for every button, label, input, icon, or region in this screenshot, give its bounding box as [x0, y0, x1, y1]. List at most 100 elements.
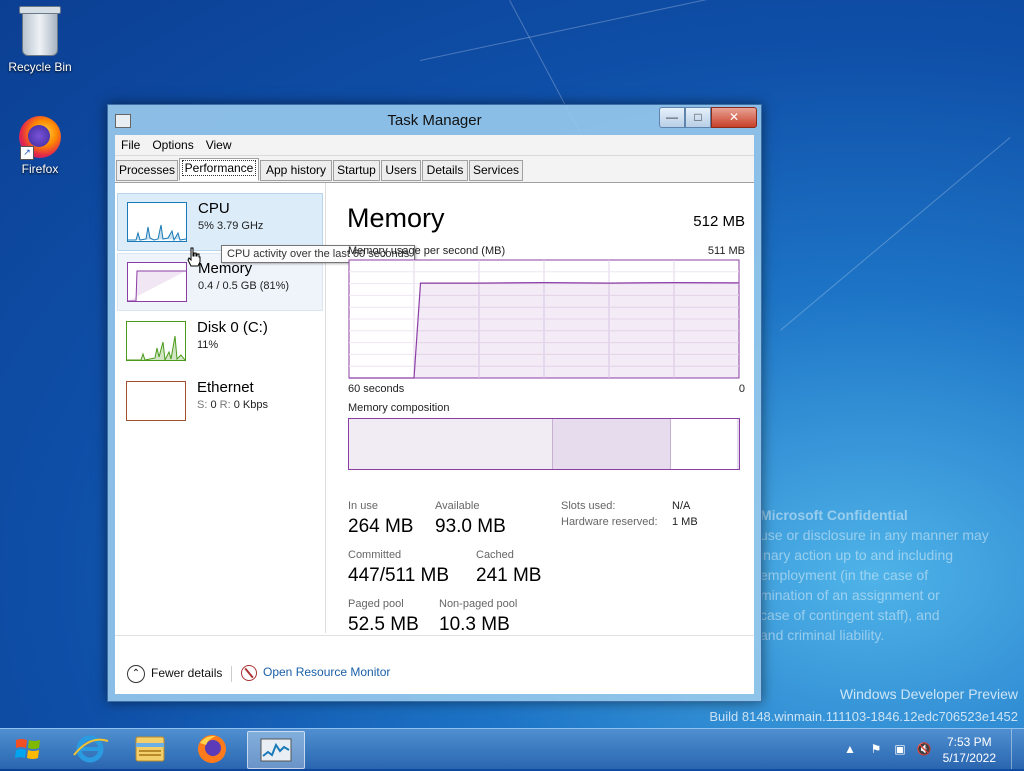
- menu-file[interactable]: File: [115, 135, 146, 152]
- task-manager-icon: [260, 738, 292, 762]
- available-label: Available: [435, 500, 480, 512]
- task-manager-window: Task Manager — □ ✕ File Options View Proce…: [107, 104, 762, 702]
- start-button[interactable]: [0, 729, 60, 769]
- menu-view[interactable]: View: [200, 135, 238, 152]
- disk-thumbnail-graph: [126, 321, 186, 361]
- footer-divider: [231, 666, 232, 682]
- action-center-flag-icon[interactable]: ⚑: [868, 741, 884, 757]
- watermark-line: inary action up to and including: [760, 547, 954, 563]
- ethernet-thumbnail-graph: [126, 381, 186, 421]
- desktop-icon-firefox[interactable]: Firefox: [0, 116, 80, 176]
- memory-usage-chart: [348, 259, 740, 379]
- system-clock[interactable]: 7:53 PM 5/17/2022: [943, 734, 996, 766]
- wallpaper-streak: [780, 137, 1011, 331]
- tab-app-history[interactable]: App history: [260, 160, 332, 181]
- page-title: Memory: [347, 203, 445, 233]
- resource-disk[interactable]: Disk 0 (C:) 11%: [117, 313, 321, 369]
- resource-detail: 11%: [197, 339, 219, 351]
- open-resource-monitor-link[interactable]: Open Resource Monitor: [241, 665, 390, 681]
- window-client: File Options View Processes Performance Ap…: [115, 135, 754, 694]
- taskbar-firefox[interactable]: [184, 731, 240, 767]
- watermark-line: employment (in the case of: [760, 567, 929, 583]
- committed-value: 447/511 MB: [348, 565, 450, 586]
- resource-detail: 0.4 / 0.5 GB (81%): [198, 280, 290, 292]
- tab-processes[interactable]: Processes: [116, 160, 178, 181]
- show-hidden-icons-button[interactable]: ▲: [842, 741, 858, 757]
- memory-detail-pane: Memory 512 MB Memory usage per second (M…: [331, 183, 751, 635]
- resource-ethernet[interactable]: Ethernet S: 0 R: 0 Kbps: [117, 373, 321, 429]
- shortcut-arrow-icon: ↗: [20, 146, 34, 160]
- internet-explorer-icon: [73, 735, 109, 763]
- slots-used-value: N/A: [672, 500, 691, 512]
- in-use-value: 264 MB: [348, 516, 414, 537]
- wallpaper-streak: [420, 0, 929, 61]
- usage-axis-right: 0: [738, 383, 745, 395]
- tab-strip: Processes Performance App history Startu…: [115, 156, 754, 183]
- resource-monitor-icon: [241, 665, 257, 681]
- confidential-watermark: Microsoft Confidential use or disclosure…: [760, 505, 1020, 645]
- recycle-bin-icon: [19, 6, 61, 56]
- clock-date: 5/17/2022: [942, 751, 996, 765]
- memory-total: 512 MB: [693, 213, 745, 230]
- chevron-up-icon: ⌃: [127, 665, 145, 683]
- tab-users[interactable]: Users: [381, 160, 421, 181]
- composition-standby: [553, 419, 671, 469]
- resource-name: CPU: [198, 200, 230, 217]
- usage-axis-left: 60 seconds: [348, 383, 405, 395]
- tab-performance[interactable]: Performance: [179, 158, 259, 181]
- hardware-reserved-label: Hardware reserved:: [561, 516, 658, 528]
- open-resource-monitor-label: Open Resource Monitor: [263, 665, 391, 680]
- file-explorer-icon: [135, 736, 165, 762]
- clock-time: 7:53 PM: [946, 735, 992, 749]
- watermark-line: use or disclosure in any manner may: [760, 527, 989, 543]
- memory-thumbnail-graph: [127, 262, 187, 302]
- paged-pool-label: Paged pool: [348, 598, 404, 610]
- composition-in-use: [349, 419, 553, 469]
- tab-details[interactable]: Details: [422, 160, 468, 181]
- menu-bar: File Options View: [115, 135, 754, 156]
- usage-graph-label: Memory usage per second (MB): [348, 245, 506, 257]
- desktop-icon-recycle-bin[interactable]: Recycle Bin: [0, 6, 80, 74]
- hand-cursor-icon: [187, 247, 201, 267]
- send-label: S:: [197, 399, 208, 411]
- tab-services[interactable]: Services: [469, 160, 523, 181]
- desktop-icon-label: Recycle Bin: [8, 60, 72, 74]
- taskbar: ▲ ⚑ ▣ 🔇 7:53 PM 5/17/2022: [0, 728, 1024, 769]
- volume-muted-icon[interactable]: 🔇: [916, 741, 932, 757]
- memory-composition-bar: [348, 418, 740, 470]
- receive-value: 0 Kbps: [233, 399, 268, 411]
- menu-options[interactable]: Options: [146, 135, 199, 152]
- taskbar-file-explorer[interactable]: [122, 731, 178, 767]
- close-button[interactable]: ✕: [711, 107, 757, 128]
- taskbar-internet-explorer[interactable]: [62, 731, 118, 767]
- usage-graph-max: 511 MB: [707, 245, 745, 257]
- available-value: 93.0 MB: [435, 516, 506, 537]
- desktop-icon-label: Firefox: [21, 162, 59, 176]
- maximize-button[interactable]: □: [685, 107, 711, 128]
- taskbar-task-manager[interactable]: [247, 731, 305, 769]
- slots-used-label: Slots used:: [561, 500, 616, 512]
- windows-logo-icon: [15, 739, 40, 759]
- fewer-details-label: Fewer details: [151, 666, 223, 681]
- watermark-line: mination of an assignment or: [760, 587, 940, 603]
- receive-label: R:: [219, 399, 231, 411]
- nonpaged-pool-value: 10.3 MB: [439, 614, 510, 635]
- fewer-details-button[interactable]: ⌃ Fewer details: [127, 665, 222, 683]
- build-number: Build 8148.winmain.111103-1846.12edc7065…: [709, 709, 1018, 724]
- send-value: 0: [210, 399, 217, 411]
- composition-label: Memory composition: [348, 402, 450, 414]
- build-edition: Windows Developer Preview: [839, 686, 1018, 702]
- resource-name: Disk 0 (C:): [197, 319, 268, 336]
- cached-label: Cached: [476, 549, 514, 561]
- tab-startup[interactable]: Startup: [333, 160, 380, 181]
- tab-performance-label: Performance: [181, 160, 257, 176]
- title-bar[interactable]: Task Manager — □ ✕: [108, 105, 761, 135]
- resource-detail: S: 0 R: 0 Kbps: [197, 399, 268, 411]
- resource-cpu[interactable]: CPU 5% 3.79 GHz: [117, 193, 323, 251]
- cpu-thumbnail-graph: [127, 202, 187, 242]
- network-icon[interactable]: ▣: [892, 741, 908, 757]
- show-desktop-button[interactable]: [1011, 729, 1024, 769]
- composition-free: [737, 419, 739, 469]
- minimize-button[interactable]: —: [659, 107, 685, 128]
- hardware-reserved-value: 1 MB: [672, 516, 698, 528]
